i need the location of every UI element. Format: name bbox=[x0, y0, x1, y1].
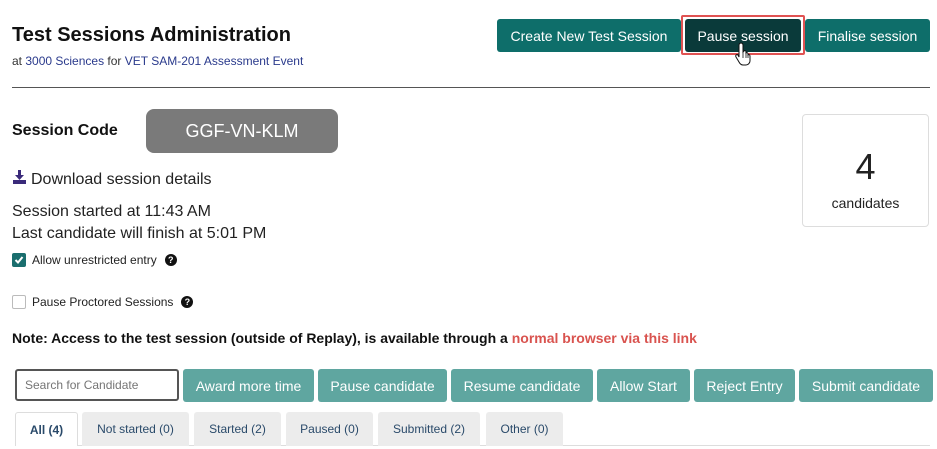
search-candidate-input[interactable] bbox=[15, 369, 179, 401]
last-finish-text: Last candidate will finish at 5:01 PM bbox=[12, 225, 267, 242]
access-note: Note: Access to the test session (outsid… bbox=[12, 330, 697, 346]
pause-proctored-row: Pause Proctored Sessions ? bbox=[12, 295, 194, 309]
allow-unrestricted-row: Allow unrestricted entry ? bbox=[12, 253, 177, 267]
tab-not-started[interactable]: Not started (0) bbox=[82, 412, 189, 446]
subtitle-middle: for bbox=[104, 54, 125, 68]
candidates-count: 4 bbox=[855, 146, 876, 187]
award-more-time-button[interactable]: Award more time bbox=[183, 369, 314, 402]
finalise-session-button[interactable]: Finalise session bbox=[805, 19, 930, 52]
browser-link[interactable]: normal browser via this link bbox=[512, 330, 697, 346]
header-divider bbox=[12, 87, 930, 88]
page-subtitle: at 3000 Sciences for VET SAM-201 Assessm… bbox=[12, 54, 303, 68]
allow-start-button[interactable]: Allow Start bbox=[597, 369, 690, 402]
download-session-link[interactable]: Download session details bbox=[12, 170, 212, 189]
tab-other[interactable]: Other (0) bbox=[486, 412, 563, 446]
org-link[interactable]: 3000 Sciences bbox=[25, 54, 104, 68]
page-title: Test Sessions Administration bbox=[12, 24, 291, 46]
session-code-badge: GGF-VN-KLM bbox=[146, 109, 338, 153]
allow-unrestricted-checkbox[interactable] bbox=[12, 253, 26, 267]
subtitle-prefix: at bbox=[12, 54, 26, 68]
submit-candidate-button[interactable]: Submit candidate bbox=[799, 369, 933, 402]
candidates-label: candidates bbox=[831, 195, 900, 211]
tab-all[interactable]: All (4) bbox=[15, 412, 78, 446]
resume-candidate-button[interactable]: Resume candidate bbox=[451, 369, 593, 402]
allow-unrestricted-label: Allow unrestricted entry bbox=[32, 253, 157, 267]
reject-entry-button[interactable]: Reject Entry bbox=[694, 369, 795, 402]
download-label: Download session details bbox=[31, 170, 212, 188]
session-code-label: Session Code bbox=[12, 122, 118, 139]
tab-submitted[interactable]: Submitted (2) bbox=[378, 412, 480, 446]
check-icon bbox=[14, 256, 24, 264]
question-circle-icon[interactable]: ? bbox=[164, 254, 177, 266]
event-link[interactable]: VET SAM-201 Assessment Event bbox=[125, 54, 304, 68]
session-started-text: Session started at 11:43 AM bbox=[12, 203, 211, 220]
download-icon bbox=[12, 170, 27, 189]
note-text: Note: Access to the test session (outsid… bbox=[12, 330, 512, 346]
pause-proctored-checkbox[interactable] bbox=[12, 295, 26, 309]
hand-pointer-icon bbox=[735, 42, 753, 71]
pause-proctored-label: Pause Proctored Sessions bbox=[32, 295, 174, 309]
create-session-button[interactable]: Create New Test Session bbox=[497, 19, 681, 52]
tab-started[interactable]: Started (2) bbox=[194, 412, 281, 446]
question-circle-icon[interactable]: ? bbox=[181, 296, 194, 308]
pause-candidate-button[interactable]: Pause candidate bbox=[318, 369, 447, 402]
tab-paused[interactable]: Paused (0) bbox=[286, 412, 373, 446]
